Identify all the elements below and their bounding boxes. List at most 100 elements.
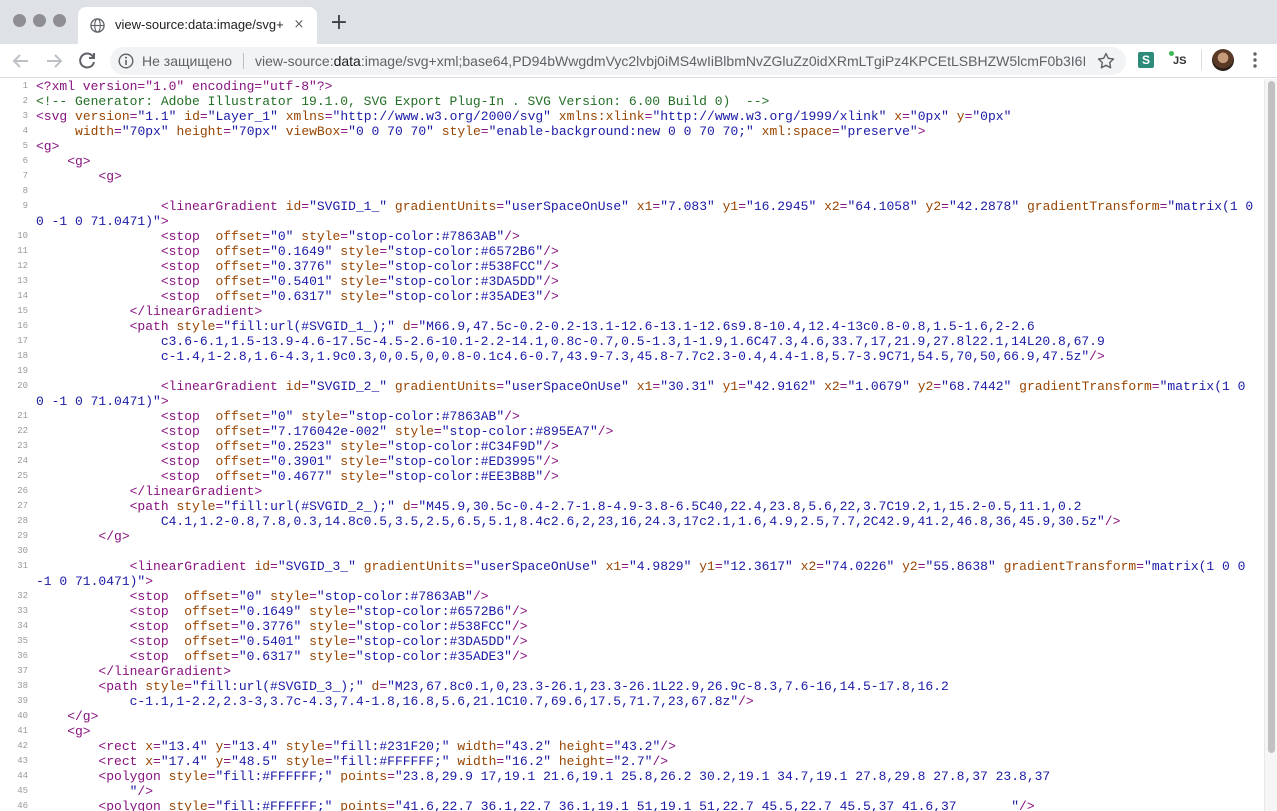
line-number: 34 [17, 621, 28, 631]
window-zoom-button[interactable] [53, 14, 66, 27]
source-line: 27 <path style="fill:url(#SVGID_2_);" d=… [0, 499, 1264, 514]
code-token: "M66.9,47.5c-0.2-0.2-13.1-12.6-13.1-12.6… [418, 319, 1035, 334]
code-token: 0 -1 0 71.0471)" [36, 394, 161, 409]
line-code: <path style="fill:url(#SVGID_3_);" d="M2… [36, 679, 948, 694]
code-token: = [309, 589, 317, 604]
code-token: offset [215, 259, 263, 274]
star-icon[interactable] [1096, 51, 1116, 71]
line-code: <?xml version="1.0" encoding="utf-8"?> [36, 79, 332, 94]
code-token: <polygon [36, 769, 169, 784]
code-token: c3.6-6.1,1.5-13.9-4.6-17.5c-4.5-2.6-10.1… [36, 334, 1105, 349]
code-token: = [114, 124, 122, 139]
code-token: "17.4" [160, 754, 208, 769]
code-token: = [262, 439, 271, 454]
line-code: <stop offset="0.4677" style="stop-color:… [36, 469, 559, 484]
code-token: /> [1089, 349, 1105, 364]
code-token: style [340, 454, 380, 469]
code-token: = [831, 124, 840, 139]
source-line: 31 <linearGradient id="SVGID_3_" gradien… [0, 559, 1264, 574]
code-token: "42.2878" [948, 199, 1020, 214]
line-number: 23 [17, 441, 28, 451]
line-number: 26 [17, 486, 28, 496]
new-tab-button[interactable]: + [329, 12, 349, 34]
code-token: <svg [36, 109, 76, 124]
window-minimize-button[interactable] [33, 14, 46, 27]
code-token: "stop-color:#538FCC" [387, 259, 544, 274]
code-token: "stop-color:#3DA5DD" [387, 274, 544, 289]
url-text[interactable]: view-source:data:image/svg+xml;base64,PD… [255, 53, 1085, 69]
active-tab[interactable]: view-source:data:image/svg+xml;base64,PD… [78, 7, 317, 44]
info-icon[interactable] [118, 53, 134, 69]
code-token: style [309, 604, 349, 619]
vertical-scrollbar[interactable] [1264, 79, 1277, 811]
code-token: "7.176042e-002" [270, 424, 388, 439]
code-token: "stop-color:#6572B6" [387, 244, 544, 259]
window-close-button[interactable] [13, 14, 26, 27]
code-token: = [433, 424, 442, 439]
code-token: = [199, 109, 208, 124]
line-number: 10 [17, 231, 28, 241]
line-code: <path style="fill:url(#SVGID_2_);" d="M4… [36, 499, 1082, 514]
line-number: 24 [17, 456, 28, 466]
code-token: style [301, 409, 341, 424]
line-number: 33 [17, 606, 28, 616]
extension-js-icon[interactable]: JS [1168, 50, 1190, 70]
code-token: </g> [36, 529, 130, 544]
code-token: <stop [36, 589, 185, 604]
close-icon[interactable]: × [292, 18, 306, 32]
source-viewer[interactable]: 1 <?xml version="1.0" encoding="utf-8"?> 2… [0, 79, 1264, 811]
security-label[interactable]: Не защищено [142, 53, 232, 69]
code-token: /> [597, 424, 614, 439]
code-token: style [340, 244, 380, 259]
code-token: id [285, 199, 302, 214]
source-line: 8 [0, 184, 1264, 199]
code-token: "74.0226" [824, 559, 895, 574]
code-token: "http://www.w3.org/1999/xlink" [652, 109, 887, 124]
line-code: 0 -1 0 71.0471)"> [36, 214, 169, 229]
code-token: <stop [36, 649, 185, 664]
reload-icon[interactable] [75, 49, 99, 73]
code-token: "0.6317" [270, 289, 333, 304]
line-code: <g> [36, 139, 59, 154]
back-arrow-icon[interactable] [9, 49, 33, 73]
code-token: "SVGID_2_" [309, 379, 388, 394]
code-token: = [379, 259, 388, 274]
line-number: 25 [17, 471, 28, 481]
code-token: "0 0 70 70" [348, 124, 434, 139]
code-token: <stop [36, 439, 216, 454]
code-token: /> [1019, 799, 1035, 811]
profile-avatar[interactable] [1212, 49, 1234, 71]
line-code: <stop offset="0" style="stop-color:#7863… [36, 229, 520, 244]
source-line: 41 <g> [0, 724, 1264, 739]
code-token: </linearGradient> [36, 664, 232, 679]
extension-s-icon[interactable]: S [1138, 52, 1154, 68]
line-code: <rect x="17.4" y="48.5" style="fill:#FFF… [36, 754, 668, 769]
address-bar[interactable]: Не защищено view-source:data:image/svg+x… [110, 47, 1126, 75]
line-code: <stop offset="7.176042e-002" style="stop… [36, 424, 614, 439]
code-token: = [184, 679, 193, 694]
source-line: 15 </linearGradient> [0, 304, 1264, 319]
code-token: "fill:url(#SVGID_3_);" [192, 679, 364, 694]
code-token: /> [652, 754, 669, 769]
line-number: 12 [17, 261, 28, 271]
source-line: 42 <rect x="13.4" y="13.4" style="fill:#… [0, 739, 1264, 754]
code-token: <g> [36, 154, 91, 169]
line-number: 20 [17, 381, 28, 391]
source-line: 7 <g> [0, 169, 1264, 184]
line-code: <g> [36, 724, 90, 739]
code-token: x [145, 754, 154, 769]
kebab-menu-icon[interactable] [1249, 50, 1261, 70]
code-token: "enable-background:new 0 0 70 70;" [488, 124, 754, 139]
code-token: = [262, 469, 271, 484]
forward-arrow-icon[interactable] [42, 49, 66, 73]
code-token: <stop [36, 229, 216, 244]
line-code: <stop offset="0.3776" style="stop-color:… [36, 259, 559, 274]
line-number: 17 [17, 336, 28, 346]
scrollbar-thumb[interactable] [1268, 81, 1275, 753]
source-line: 30 [0, 544, 1264, 559]
code-token: style [270, 589, 310, 604]
code-token: style [145, 679, 185, 694]
